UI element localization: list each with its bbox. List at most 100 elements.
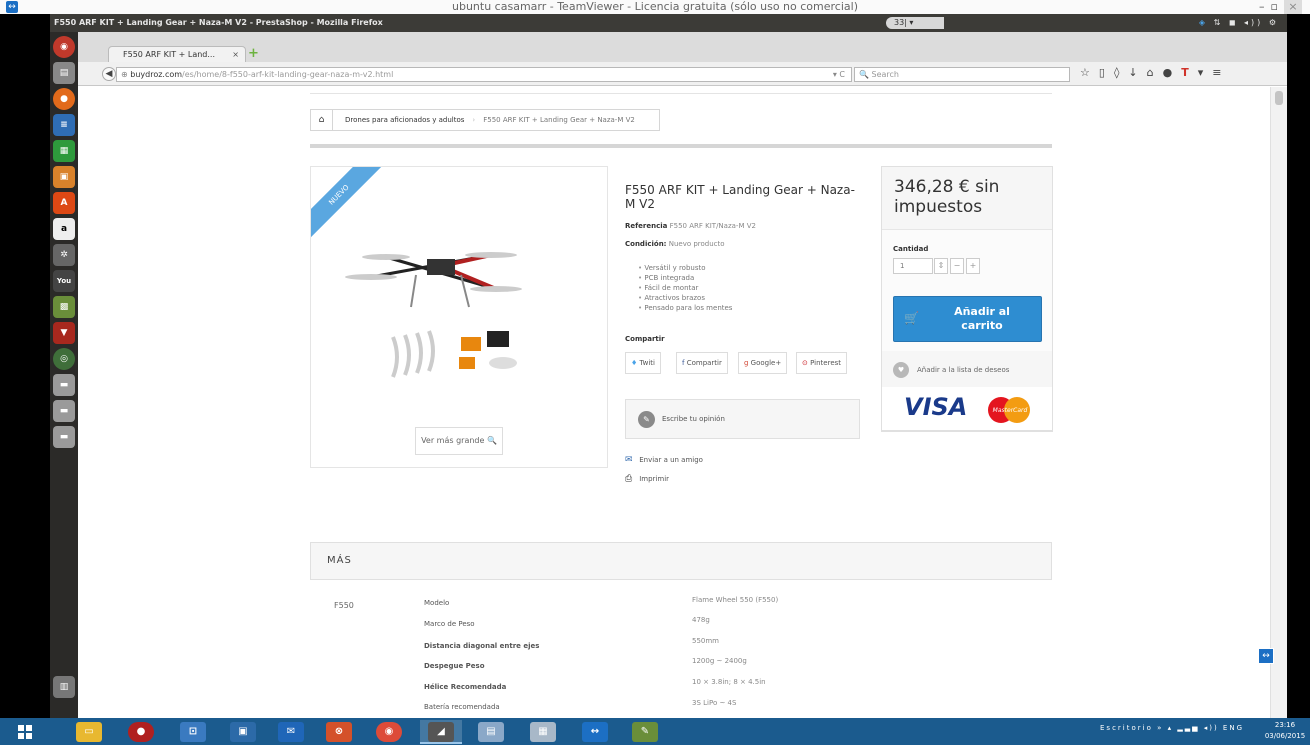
chrome-icon[interactable]: ◉ bbox=[376, 722, 402, 742]
youtube-icon[interactable]: You bbox=[53, 270, 75, 292]
breadcrumb-home-icon[interactable]: ⌂ bbox=[311, 110, 333, 130]
scrollbar-thumb[interactable] bbox=[1275, 91, 1283, 105]
close-icon[interactable]: × bbox=[1284, 0, 1302, 14]
search-icon: 🔍 bbox=[859, 70, 872, 79]
paint-icon[interactable]: ✎ bbox=[632, 722, 658, 742]
pocket-icon[interactable]: ◊ bbox=[1114, 66, 1128, 79]
calculator-icon[interactable]: ▦ bbox=[530, 722, 556, 742]
spec-label: Modelo bbox=[424, 599, 450, 607]
tab-product[interactable]: F550 ARF KIT + Land... × bbox=[108, 46, 246, 62]
spec-value: 3S LiPo ~ 4S bbox=[692, 699, 737, 707]
quantity-area: Cantidad 1 ⇕ − + 🛒 Añadir al carrito bbox=[882, 229, 1052, 351]
indicator-icon[interactable]: ◼ bbox=[1229, 18, 1239, 27]
print-link[interactable]: ⎙ Imprimir bbox=[625, 474, 669, 484]
wishlist-link[interactable]: ♥ Añadir a la lista de deseos bbox=[893, 361, 1009, 379]
teamviewer-title: ubuntu casamarr - TeamViewer - Licencia … bbox=[452, 0, 858, 13]
quantity-minus-button[interactable]: − bbox=[950, 258, 964, 274]
web-page: ⌂ Drones para aficionados y adultos › F550 … bbox=[78, 87, 1270, 718]
tweet-button[interactable]: ♦ Twiti bbox=[625, 352, 661, 374]
system-settings-icon[interactable]: ✲ bbox=[53, 244, 75, 266]
calc-icon[interactable]: ▦ bbox=[53, 140, 75, 162]
list-item: Atractivos brazos bbox=[638, 293, 732, 303]
spec-value: Flame Wheel 550 (F550) bbox=[692, 596, 779, 604]
new-tab-button[interactable]: + bbox=[248, 46, 259, 61]
payment-logos: VISA MasterCard bbox=[881, 387, 1053, 431]
breadcrumb-category[interactable]: Drones para aficionados y adultos bbox=[333, 110, 472, 130]
maximize-icon[interactable]: ▫ bbox=[1271, 0, 1284, 13]
volume-icon[interactable]: ◂)) bbox=[1244, 18, 1263, 27]
desktop-label[interactable]: Escritorio bbox=[1100, 724, 1153, 732]
spec-value: 1200g ~ 2400g bbox=[692, 657, 747, 665]
product-image-box[interactable]: NUEVO Ver más grande 🔍 bbox=[310, 166, 608, 468]
image-viewer-icon[interactable]: ▩ bbox=[53, 296, 75, 318]
translate-icon[interactable]: T bbox=[1181, 66, 1198, 79]
clock[interactable]: 23:16 03/06/2015 bbox=[1262, 720, 1308, 742]
drive-2-icon[interactable]: ▬ bbox=[53, 400, 75, 422]
quantity-label: Cantidad bbox=[893, 245, 929, 253]
facebook-share-button[interactable]: f Compartir bbox=[676, 352, 728, 374]
home-icon[interactable]: ⌂ bbox=[1147, 66, 1163, 79]
firefox-tab-strip: F550 ARF KIT + Land... × + bbox=[78, 32, 1287, 62]
media-icon[interactable]: ● bbox=[128, 722, 154, 742]
site-identity-icon[interactable]: ⊕ bbox=[121, 70, 130, 79]
cart-icon: 🛒 bbox=[904, 311, 919, 325]
quantity-plus-button[interactable]: + bbox=[966, 258, 980, 274]
teamviewer-side-icon[interactable]: ↔ bbox=[1258, 648, 1274, 664]
network-icon[interactable]: ◈ bbox=[1199, 18, 1208, 27]
bookmarks-icon[interactable]: ▯ bbox=[1099, 66, 1114, 79]
search-input[interactable]: 🔍 Search bbox=[854, 67, 1070, 82]
explorer-icon[interactable]: ▭ bbox=[76, 722, 102, 742]
settings-icon[interactable]: ⚙ bbox=[1269, 18, 1279, 27]
condition-value: Nuevo producto bbox=[668, 240, 725, 248]
quantity-input[interactable]: 1 bbox=[893, 258, 933, 274]
condition-line: Condición: Nuevo producto bbox=[625, 240, 725, 248]
document-icon[interactable]: ▤ bbox=[478, 722, 504, 742]
windows-start-icon[interactable] bbox=[18, 725, 32, 739]
dropdown-icon[interactable]: ▾ bbox=[1198, 66, 1213, 79]
bookmark-star-icon[interactable]: ☆ bbox=[1080, 66, 1099, 79]
remote-icon[interactable]: ⊡ bbox=[180, 722, 206, 742]
add-to-cart-button[interactable]: 🛒 Añadir al carrito bbox=[893, 296, 1042, 342]
teamviewer-taskbar-icon[interactable]: ↔ bbox=[582, 722, 608, 742]
add-to-cart-label: Añadir al carrito bbox=[954, 305, 1010, 332]
send-friend-link[interactable]: ✉ Enviar a un amigo bbox=[625, 455, 703, 465]
firefox-icon[interactable]: ● bbox=[53, 88, 75, 110]
spec-label: Batería recomendada bbox=[424, 703, 500, 711]
trash-icon[interactable]: ▥ bbox=[53, 676, 75, 698]
office-icon[interactable]: ⊗ bbox=[326, 722, 352, 742]
software-center-icon[interactable]: A bbox=[53, 192, 75, 214]
url-bar[interactable]: ⊕ buydroz.com/es/home/8-f550-arf-kit-lan… bbox=[116, 67, 852, 82]
files-icon[interactable]: ▤ bbox=[53, 62, 75, 84]
page-scrollbar[interactable] bbox=[1270, 87, 1287, 718]
tool-icon[interactable]: ◢ bbox=[428, 722, 454, 742]
dash-icon[interactable]: ◉ bbox=[53, 36, 75, 58]
write-review-button[interactable]: ✎ Escribe tu opinión bbox=[625, 399, 860, 439]
sort-icon[interactable]: ⇅ bbox=[1214, 18, 1224, 27]
minimize-icon[interactable]: – bbox=[1259, 0, 1271, 13]
wine-icon[interactable]: ▼ bbox=[53, 322, 75, 344]
back-button[interactable]: ◀ bbox=[102, 67, 116, 81]
menu-icon[interactable]: ≡ bbox=[1212, 66, 1230, 79]
tab-close-icon[interactable]: × bbox=[232, 47, 239, 62]
url-path: /es/home/8-f550-arf-kit-landing-gear-naz… bbox=[182, 70, 394, 79]
reload-icon[interactable]: ▾ C bbox=[833, 68, 845, 81]
update-icon[interactable]: ◎ bbox=[53, 348, 75, 370]
reference-label: Referencia bbox=[625, 222, 668, 230]
mail-icon[interactable]: ✉ bbox=[278, 722, 304, 742]
heart-icon: ♥ bbox=[893, 362, 909, 378]
amazon-icon[interactable]: a bbox=[53, 218, 75, 240]
window-icon[interactable]: ▣ bbox=[230, 722, 256, 742]
downloads-icon[interactable]: ↓ bbox=[1128, 66, 1146, 79]
quantity-spin[interactable]: ⇕ bbox=[934, 258, 948, 274]
keyboard-indicator[interactable]: 33| ▾ bbox=[886, 17, 944, 29]
drive-3-icon[interactable]: ▬ bbox=[53, 426, 75, 448]
drive-icon[interactable]: ▬ bbox=[53, 374, 75, 396]
addon-icon[interactable]: ● bbox=[1163, 66, 1182, 79]
view-larger-button[interactable]: Ver más grande 🔍 bbox=[415, 427, 503, 455]
writer-icon[interactable]: ≡ bbox=[53, 114, 75, 136]
keyboard-label: 33| bbox=[894, 18, 907, 27]
left-border bbox=[0, 14, 50, 718]
pinterest-button[interactable]: ⊙ Pinterest bbox=[796, 352, 848, 374]
google-plus-button[interactable]: g Google+ bbox=[738, 352, 788, 374]
impress-icon[interactable]: ▣ bbox=[53, 166, 75, 188]
